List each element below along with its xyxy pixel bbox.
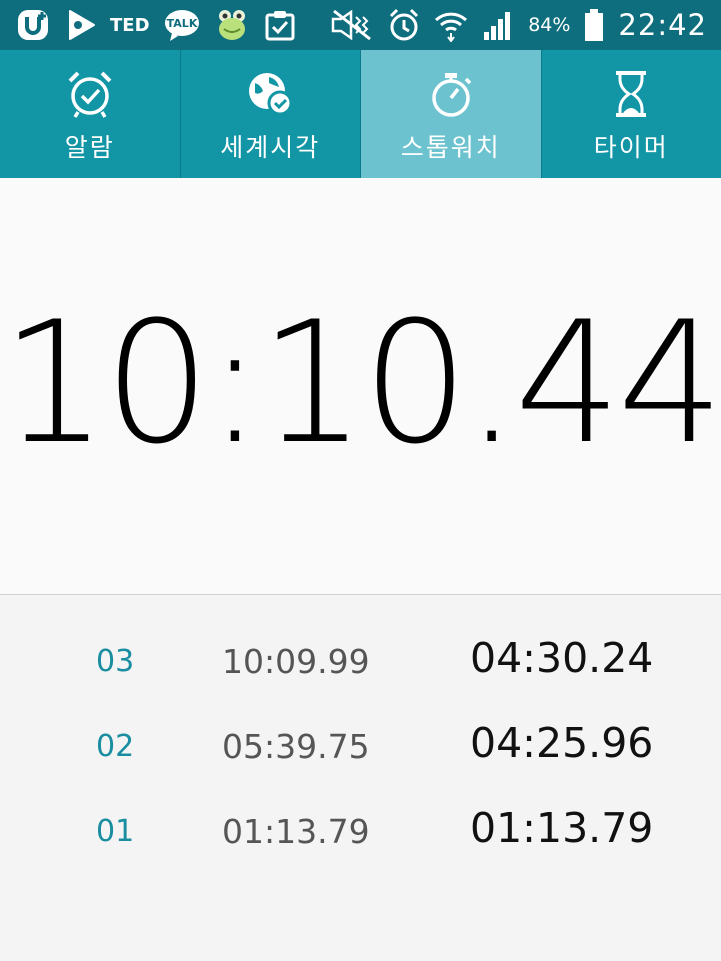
alarm-clock-icon bbox=[65, 68, 115, 120]
elapsed-time-ms: .44 bbox=[464, 285, 721, 481]
signal-icon bbox=[482, 8, 514, 42]
svg-text:TALK: TALK bbox=[166, 17, 197, 30]
hourglass-icon bbox=[606, 68, 656, 120]
tab-label: 알람 bbox=[64, 133, 115, 162]
lap-row: 01 01:13.79 01:13.79 bbox=[0, 802, 721, 862]
frog-app-icon bbox=[214, 8, 250, 42]
battery-percent: 84% bbox=[528, 14, 571, 36]
tab-world-clock[interactable]: 세계시각 bbox=[179, 50, 361, 178]
lap-number: 01 bbox=[96, 814, 135, 849]
mute-icon bbox=[330, 8, 374, 42]
alarm-icon bbox=[388, 8, 420, 42]
status-bar: TED TALK 84% 22:42 bbox=[0, 0, 721, 50]
u-plus-icon bbox=[16, 8, 52, 42]
lap-split-time: 01:13.79 bbox=[470, 804, 654, 852]
wifi-icon bbox=[434, 8, 468, 42]
stopwatch-display: 10:10.44 bbox=[0, 178, 721, 595]
battery-icon bbox=[584, 8, 604, 42]
lap-total-time: 10:09.99 bbox=[222, 642, 370, 681]
lap-row: 02 05:39.75 04:25.96 bbox=[0, 717, 721, 777]
lap-split-time: 04:30.24 bbox=[470, 634, 654, 682]
tab-label: 타이머 bbox=[593, 133, 669, 162]
ted-icon: TED bbox=[110, 14, 150, 36]
tab-stopwatch[interactable]: 스톱워치 bbox=[360, 50, 541, 178]
tab-bar: 알람 세계시각 스톱워치 타이머 bbox=[0, 50, 721, 180]
lap-list: 03 10:09.99 04:30.24 02 05:39.75 04:25.9… bbox=[0, 595, 721, 961]
elapsed-time: 10:10.44 bbox=[0, 283, 721, 483]
tab-alarm[interactable]: 알람 bbox=[0, 50, 180, 178]
elapsed-time-main: 10:10 bbox=[0, 285, 469, 481]
lap-total-time: 01:13.79 bbox=[222, 812, 370, 851]
lap-row: 03 10:09.99 04:30.24 bbox=[0, 632, 721, 692]
play-store-icon bbox=[66, 8, 96, 42]
lap-number: 02 bbox=[96, 729, 135, 764]
clipboard-check-icon bbox=[264, 8, 296, 42]
lap-total-time: 05:39.75 bbox=[222, 727, 370, 766]
tab-label: 세계시각 bbox=[220, 133, 321, 162]
lap-split-time: 04:25.96 bbox=[470, 719, 654, 767]
tab-timer[interactable]: 타이머 bbox=[540, 50, 721, 178]
globe-check-icon bbox=[245, 68, 295, 120]
status-clock: 22:42 bbox=[618, 8, 707, 42]
tab-label: 스톱워치 bbox=[400, 133, 501, 162]
kakaotalk-icon: TALK bbox=[164, 8, 200, 42]
lap-number: 03 bbox=[96, 644, 135, 679]
stopwatch-icon bbox=[426, 68, 476, 120]
